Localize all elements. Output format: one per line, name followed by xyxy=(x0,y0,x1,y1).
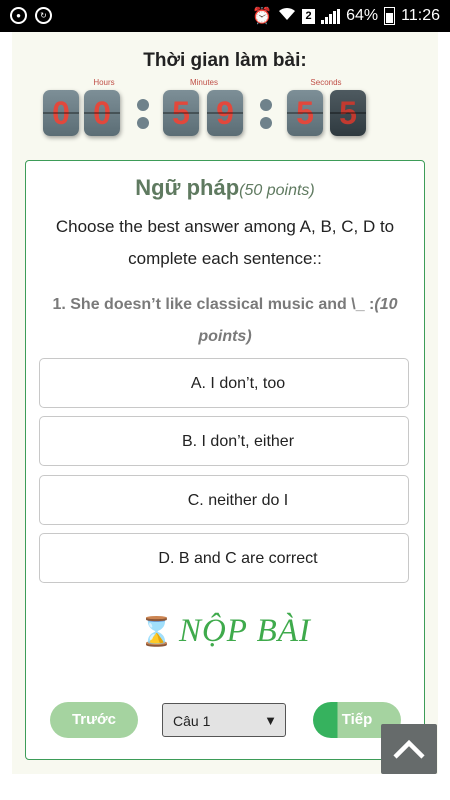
minutes-label: Minutes xyxy=(189,78,218,87)
question-select-value: Câu 1 xyxy=(173,713,211,729)
clock-time: 11:26 xyxy=(401,7,440,24)
signal-icon xyxy=(321,8,341,24)
section-name: Ngữ pháp xyxy=(135,175,240,200)
alarm-icon: ⏰ xyxy=(252,8,273,25)
seconds-label: Seconds xyxy=(310,78,342,87)
timer-colon xyxy=(137,99,149,135)
submit-label: NỘP BÀI xyxy=(178,613,311,649)
section-points: (50 points) xyxy=(239,182,315,199)
seconds-digit-1: 5 xyxy=(287,90,323,136)
hours-digit-2: 0 xyxy=(84,90,120,136)
prev-button[interactable]: Trước xyxy=(50,702,138,738)
answer-option-d[interactable]: D. B and C are correct xyxy=(39,533,409,583)
status-left-icons: ● ↻ xyxy=(10,7,52,24)
submit-button[interactable]: ⌛ NỘP BÀI xyxy=(26,613,424,650)
answer-option-a[interactable]: A. I don’t, too xyxy=(39,358,409,408)
battery-percent: 64% xyxy=(346,7,379,24)
hours-digit-1: 0 xyxy=(43,90,79,136)
answer-option-b[interactable]: B. I don’t, either xyxy=(39,416,409,466)
battery-icon xyxy=(384,7,396,25)
hours-label: Hours xyxy=(93,78,115,87)
instruction-text: Choose the best answer among A, B, C, D … xyxy=(55,217,395,268)
sim-2-icon: 2 xyxy=(302,8,316,24)
answer-option-c[interactable]: C. neither do I xyxy=(39,475,409,525)
question-prompt: 1. She doesn’t like classical music and … xyxy=(52,296,375,313)
minutes-digit-1: 5 xyxy=(163,90,199,136)
minutes-digit-2: 9 xyxy=(207,90,243,136)
status-right: ⏰ 2 64% 11:26 xyxy=(252,0,440,32)
scroll-top-button[interactable] xyxy=(381,724,437,774)
timer-colon xyxy=(260,99,272,135)
question-text: 1. She doesn’t like classical music and … xyxy=(40,289,410,353)
seconds-digit-2: 5 xyxy=(330,90,366,136)
hourglass-icon: ⌛ xyxy=(139,617,175,648)
account-icon: ● xyxy=(10,7,27,24)
question-select[interactable]: Câu 1 ▼ xyxy=(162,703,286,737)
section-title: Ngữ pháp(50 points) xyxy=(26,175,424,201)
chevron-up-icon xyxy=(393,739,425,759)
dropdown-arrow-icon: ▼ xyxy=(264,713,277,728)
sync-icon: ↻ xyxy=(35,7,52,24)
wifi-icon xyxy=(278,7,296,26)
quiz-card: Ngữ pháp(50 points) Choose the best answ… xyxy=(25,160,425,760)
timer-title: Thời gian làm bài: xyxy=(143,50,307,71)
status-bar: ● ↻ ⏰ 2 64% 11:26 xyxy=(0,0,450,32)
